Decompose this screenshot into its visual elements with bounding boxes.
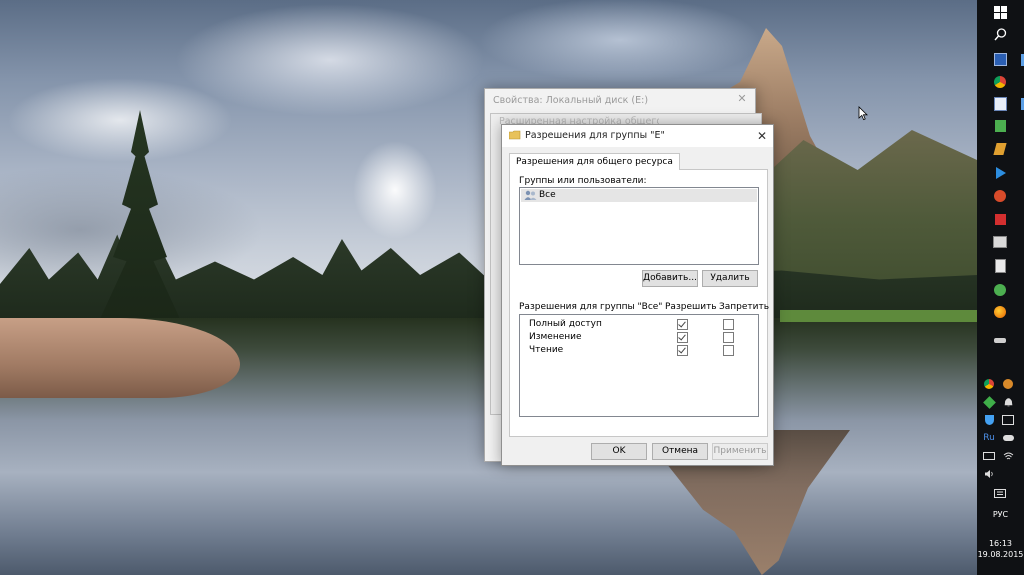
download-icon — [994, 213, 1006, 225]
mouse-cursor-icon — [858, 106, 868, 121]
deny-checkbox[interactable] — [723, 332, 734, 343]
groups-listbox[interactable]: Все — [519, 187, 759, 265]
drive-icon — [994, 337, 1006, 343]
taskbar-app-save[interactable] — [992, 51, 1008, 67]
floppy-icon — [993, 52, 1007, 66]
taskbar-app-skype[interactable] — [992, 282, 1008, 298]
taskbar-app-notes[interactable] — [992, 118, 1008, 134]
lightning-icon — [993, 143, 1007, 155]
allow-checkbox[interactable] — [677, 319, 688, 330]
windows-logo-icon — [993, 5, 1007, 19]
taskbar: Ru РУС 16:13 19.08.2015 — [977, 0, 1024, 575]
permissions-label: Разрешения для группы "Все" — [519, 302, 663, 312]
taskbar-app-firefox[interactable] — [992, 304, 1008, 320]
deny-checkbox[interactable] — [723, 345, 734, 356]
shield-icon — [984, 415, 994, 425]
close-icon[interactable]: ✕ — [753, 127, 771, 145]
search-icon — [993, 27, 1006, 40]
search-button[interactable] — [992, 26, 1008, 42]
keyboard-language[interactable]: РУС — [977, 510, 1024, 519]
tray-app-monitor[interactable] — [1002, 414, 1014, 426]
permissions-list: Полный доступ Изменение Чтение — [519, 314, 759, 417]
remove-button[interactable]: Удалить — [702, 270, 758, 287]
permission-row-full-control: Полный доступ — [520, 318, 758, 331]
action-center-button[interactable] — [992, 486, 1008, 502]
firefox-icon — [994, 306, 1006, 318]
taskbar-app-chrome[interactable] — [992, 74, 1008, 90]
chrome-icon — [984, 379, 994, 389]
tab-share-permissions[interactable]: Разрешения для общего ресурса — [509, 153, 680, 170]
taskbar-app-calculator[interactable] — [992, 258, 1008, 274]
tray-onedrive[interactable] — [1002, 432, 1014, 444]
play-icon — [995, 167, 1006, 179]
list-item[interactable]: Все — [521, 189, 757, 202]
tray-notifications[interactable] — [1002, 396, 1014, 408]
calculator-icon — [994, 259, 1006, 273]
allow-checkbox[interactable] — [677, 332, 688, 343]
taskbar-app-word[interactable] — [992, 96, 1008, 112]
add-button[interactable]: Добавить... — [642, 270, 698, 287]
tray-language[interactable]: Ru — [983, 432, 995, 444]
tray-battery[interactable] — [983, 450, 995, 462]
ok-button[interactable]: OK — [591, 443, 647, 460]
permission-name: Изменение — [529, 332, 582, 342]
taskbar-app-player[interactable] — [992, 165, 1008, 181]
wifi-icon — [1003, 452, 1013, 460]
tray-wifi[interactable] — [1002, 450, 1014, 462]
globe-icon — [1003, 379, 1013, 389]
permission-name: Полный доступ — [529, 319, 602, 329]
taskbar-app-ccleaner[interactable] — [992, 188, 1008, 204]
users-icon — [524, 190, 537, 200]
document-icon — [993, 97, 1007, 111]
bell-icon — [1004, 398, 1012, 407]
action-center-icon — [994, 488, 1006, 498]
folder-icon — [509, 130, 521, 140]
clock-date[interactable]: 19.08.2015 — [977, 550, 1024, 559]
terminal-icon — [993, 236, 1007, 248]
allow-column-header: Разрешить — [665, 302, 717, 312]
taskbar-app-terminal[interactable] — [992, 234, 1008, 250]
groups-label: Группы или пользователи: — [519, 176, 647, 186]
apply-button[interactable]: Применить — [712, 443, 768, 460]
permission-row-read: Чтение — [520, 344, 758, 357]
properties-close-icon[interactable]: ✕ — [735, 92, 749, 106]
list-item-label: Все — [539, 190, 556, 200]
tab-panel: Группы или пользователи: Все Добавить...… — [509, 169, 770, 437]
tray-app-shield[interactable] — [983, 414, 995, 426]
allow-checkbox[interactable] — [677, 345, 688, 356]
permission-name: Чтение — [529, 345, 564, 355]
permissions-dialog[interactable]: Разрешения для группы "E" ✕ Разрешения д… — [501, 124, 774, 466]
deny-checkbox[interactable] — [723, 319, 734, 330]
tray-app-dropbox[interactable] — [982, 395, 996, 409]
cancel-button[interactable]: Отмена — [652, 443, 708, 460]
chrome-icon — [994, 76, 1006, 88]
ccleaner-icon — [994, 190, 1006, 202]
dropbox-icon — [982, 395, 996, 409]
speaker-icon — [984, 470, 993, 478]
notes-icon — [994, 120, 1006, 132]
tray-app-globe[interactable] — [1002, 378, 1014, 390]
dialog-title: Разрешения для группы "E" — [525, 130, 665, 141]
monitor-icon — [1002, 415, 1014, 425]
tray-volume[interactable] — [983, 468, 995, 480]
properties-window-title: Свойства: Локальный диск (E:) — [493, 95, 649, 106]
cloud-icon — [1002, 435, 1014, 441]
deny-column-header: Запретить — [719, 302, 770, 312]
start-button[interactable] — [992, 4, 1008, 20]
dialog-titlebar[interactable]: Разрешения для группы "E" ✕ — [502, 125, 773, 147]
taskbar-app-tool[interactable] — [992, 141, 1008, 157]
wallpaper-grass — [780, 310, 977, 322]
skype-icon — [994, 284, 1006, 296]
taskbar-app-downloader[interactable] — [992, 211, 1008, 227]
battery-icon — [983, 452, 995, 460]
clock-time[interactable]: 16:13 — [977, 539, 1024, 548]
tray-app-chrome[interactable] — [983, 378, 995, 390]
permission-row-change: Изменение — [520, 331, 758, 344]
taskbar-app-device[interactable] — [992, 332, 1008, 348]
